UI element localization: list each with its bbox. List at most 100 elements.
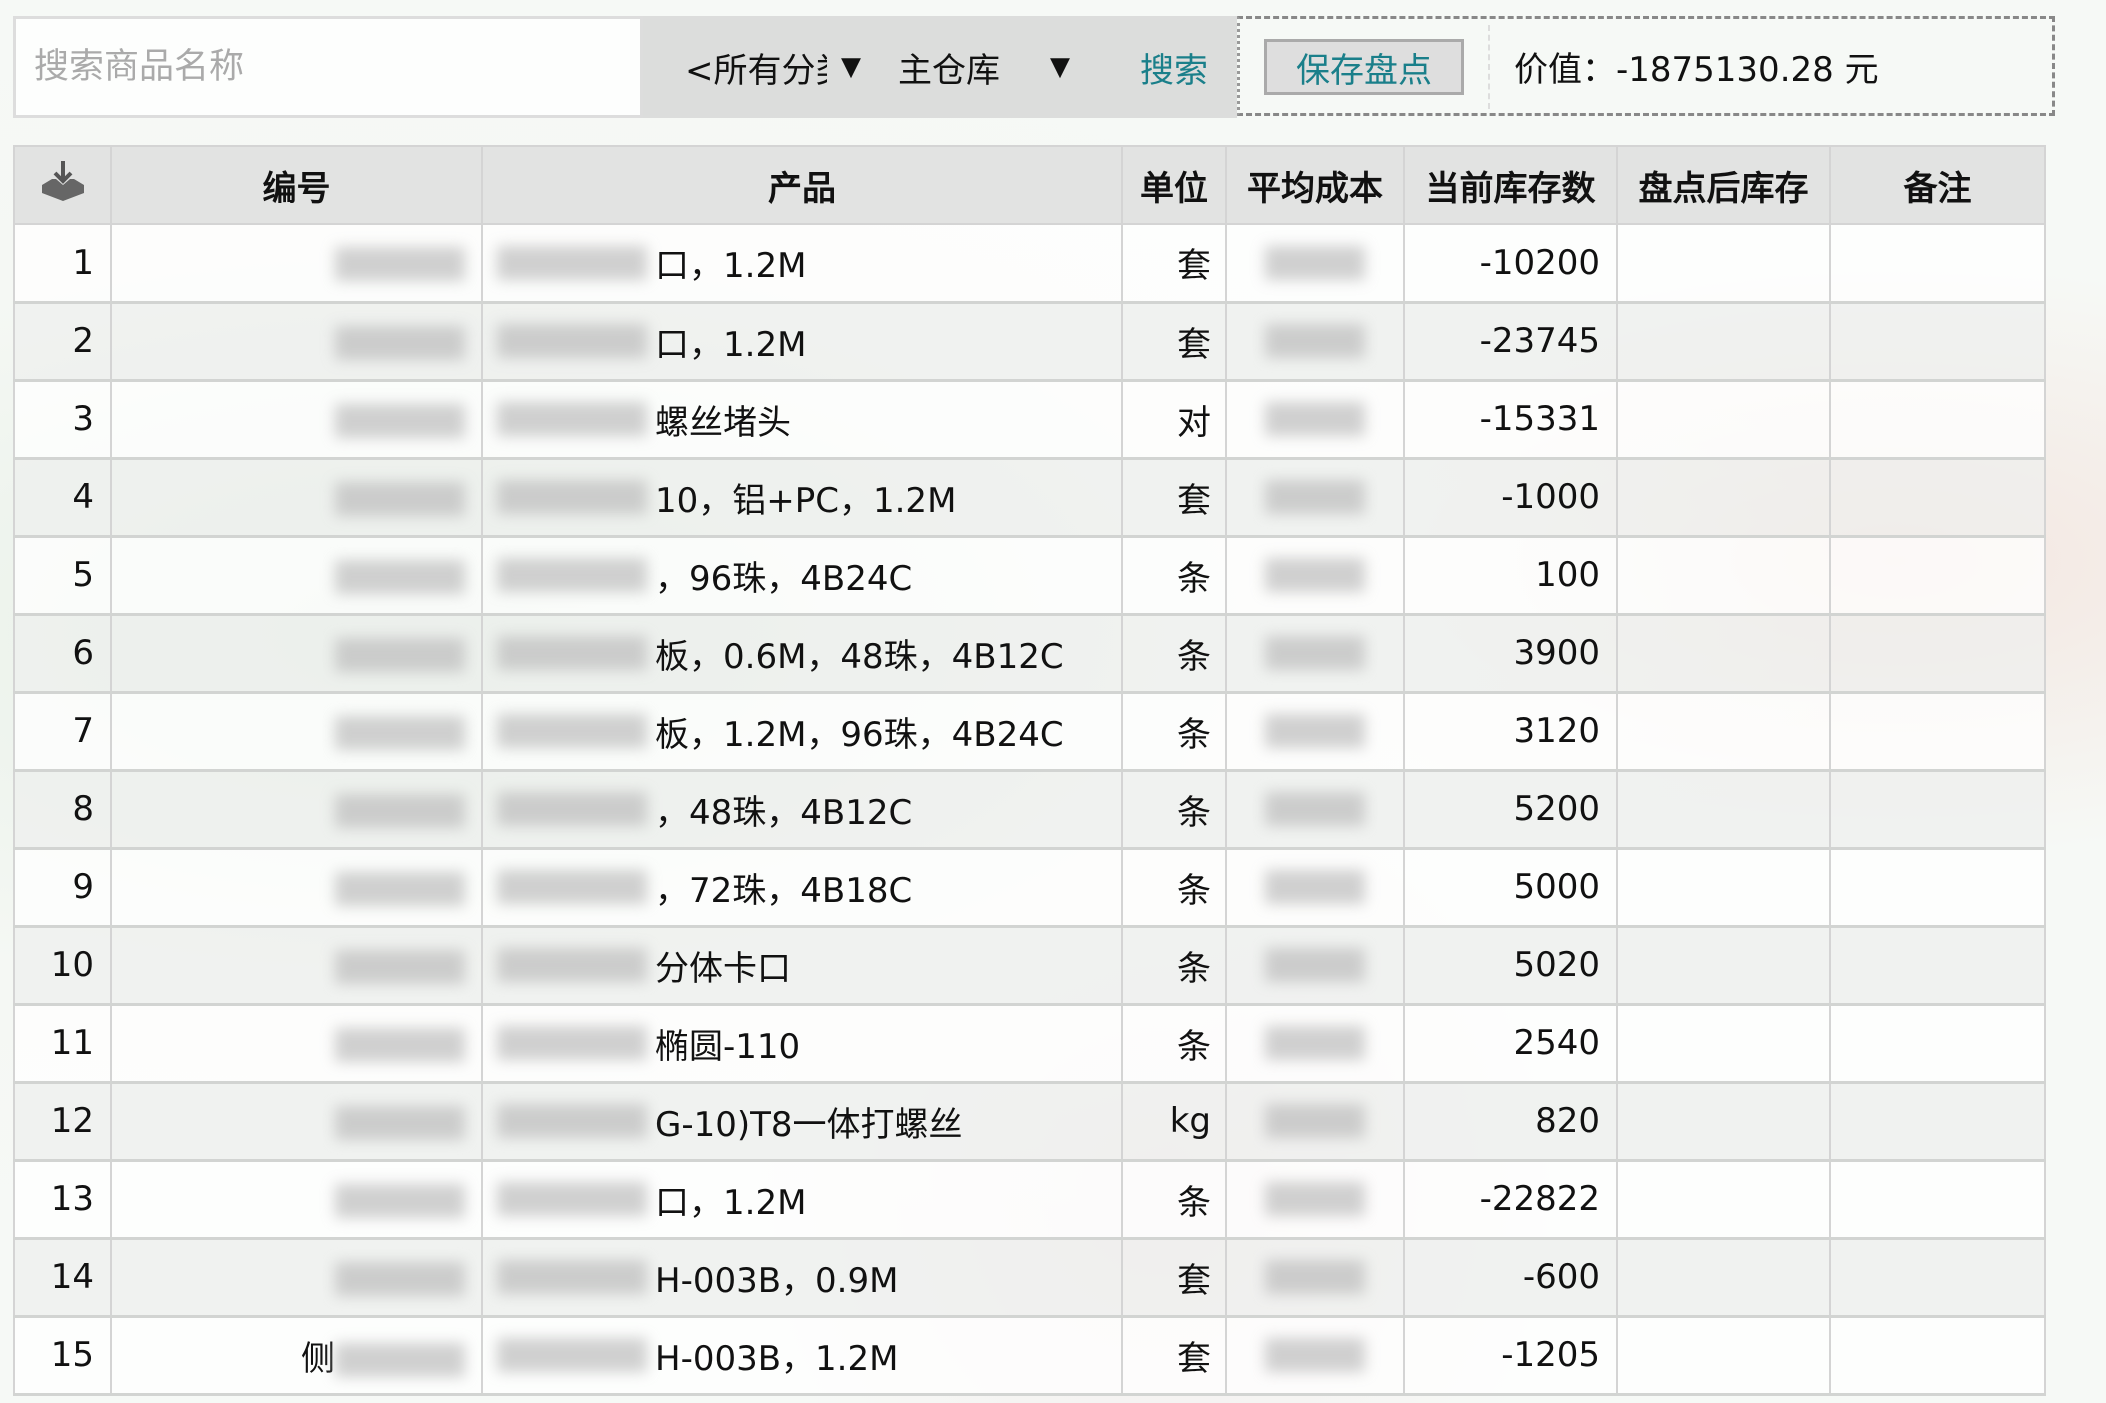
table-row[interactable]: 6 板，0.6M，48珠，4B12C 条 3900 — [13, 614, 2046, 694]
col-avg-cost[interactable]: 平均成本 — [1225, 145, 1405, 225]
note-input[interactable] — [1829, 458, 2046, 538]
counted-stock-input[interactable] — [1616, 380, 1831, 460]
avg-cost-cell — [1225, 848, 1405, 928]
row-number: 15 — [13, 1316, 112, 1396]
note-input[interactable] — [1829, 1238, 2046, 1318]
redacted-product — [497, 1260, 647, 1294]
counted-stock-input[interactable] — [1616, 770, 1831, 850]
note-input[interactable] — [1829, 1160, 2046, 1240]
note-input[interactable] — [1829, 926, 2046, 1006]
product-cell: H-003B，0.9M — [481, 1238, 1123, 1318]
counted-stock-input[interactable] — [1616, 1004, 1831, 1084]
col-current-stock[interactable]: 当前库存数 — [1403, 145, 1618, 225]
note-input[interactable] — [1829, 224, 2046, 304]
redacted-cost — [1265, 948, 1365, 982]
export-button[interactable] — [13, 145, 112, 225]
counted-stock-input[interactable] — [1616, 224, 1831, 304]
row-number: 2 — [13, 302, 112, 382]
counted-stock-input[interactable] — [1616, 1082, 1831, 1162]
redacted-code — [335, 871, 465, 906]
table-row[interactable]: 13 口，1.2M 条 -22822 — [13, 1160, 2046, 1240]
redacted-cost — [1265, 1260, 1365, 1294]
redacted-product — [497, 636, 647, 670]
row-number: 11 — [13, 1004, 112, 1084]
table-row[interactable]: 14 H-003B，0.9M 套 -600 — [13, 1238, 2046, 1318]
redacted-code — [335, 481, 465, 516]
product-name: ，72珠，4B18C — [655, 870, 913, 911]
search-button[interactable]: 搜索 — [1140, 43, 1208, 92]
redacted-cost — [1265, 558, 1365, 592]
product-cell: 10，铝+PC，1.2M — [481, 458, 1123, 538]
current-stock-cell: -1205 — [1403, 1316, 1618, 1396]
code-cell — [110, 614, 483, 694]
table-row[interactable]: 7 板，1.2M，96珠，4B24C 条 3120 — [13, 692, 2046, 772]
counted-stock-input[interactable] — [1616, 536, 1831, 616]
col-counted-stock[interactable]: 盘点后库存 — [1616, 145, 1831, 225]
row-number: 10 — [13, 926, 112, 1006]
redacted-cost — [1265, 714, 1365, 748]
counted-stock-input[interactable] — [1616, 1316, 1831, 1396]
counted-stock-input[interactable] — [1616, 848, 1831, 928]
table-row[interactable]: 2 口，1.2M 套 -23745 — [13, 302, 2046, 382]
current-stock-cell: -10200 — [1403, 224, 1618, 304]
note-input[interactable] — [1829, 1004, 2046, 1084]
row-number: 1 — [13, 224, 112, 304]
note-input[interactable] — [1829, 848, 2046, 928]
counted-stock-input[interactable] — [1616, 458, 1831, 538]
col-note[interactable]: 备注 — [1829, 145, 2046, 225]
product-cell: H-003B，1.2M — [481, 1316, 1123, 1396]
download-tray-icon — [41, 160, 84, 201]
redacted-code — [335, 1261, 465, 1296]
col-product[interactable]: 产品 — [481, 145, 1123, 225]
search-input[interactable] — [13, 16, 643, 118]
note-input[interactable] — [1829, 1316, 2046, 1396]
category-select[interactable]: <所有分类 ▼ — [685, 43, 865, 92]
table-row[interactable]: 8 ，48珠，4B12C 条 5200 — [13, 770, 2046, 850]
product-name: ，48珠，4B12C — [655, 792, 913, 833]
code-cell — [110, 770, 483, 850]
col-unit[interactable]: 单位 — [1121, 145, 1227, 225]
product-name: ，96珠，4B24C — [655, 558, 913, 599]
table-row[interactable]: 5 ，96珠，4B24C 条 100 — [13, 536, 2046, 616]
redacted-code — [335, 325, 465, 360]
current-stock-cell: -15331 — [1403, 380, 1618, 460]
avg-cost-cell — [1225, 614, 1405, 694]
counted-stock-input[interactable] — [1616, 302, 1831, 382]
warehouse-select-value: 主仓库 — [898, 50, 1000, 91]
avg-cost-cell — [1225, 1082, 1405, 1162]
note-input[interactable] — [1829, 1082, 2046, 1162]
note-input[interactable] — [1829, 770, 2046, 850]
note-input[interactable] — [1829, 302, 2046, 382]
table-row[interactable]: 3 螺丝堵头 对 -15331 — [13, 380, 2046, 460]
counted-stock-input[interactable] — [1616, 926, 1831, 1006]
unit-cell: 套 — [1121, 224, 1227, 304]
table-row[interactable]: 10 分体卡口 条 5020 — [13, 926, 2046, 1006]
counted-stock-input[interactable] — [1616, 614, 1831, 694]
note-input[interactable] — [1829, 614, 2046, 694]
redacted-cost — [1265, 870, 1365, 904]
code-cell — [110, 536, 483, 616]
save-inventory-button[interactable]: 保存盘点 — [1264, 39, 1464, 95]
code-cell — [110, 1160, 483, 1240]
table-row[interactable]: 4 10，铝+PC，1.2M 套 -1000 — [13, 458, 2046, 538]
current-stock-cell: 5200 — [1403, 770, 1618, 850]
unit-cell: 条 — [1121, 614, 1227, 694]
note-input[interactable] — [1829, 536, 2046, 616]
avg-cost-cell — [1225, 536, 1405, 616]
note-input[interactable] — [1829, 692, 2046, 772]
counted-stock-input[interactable] — [1616, 692, 1831, 772]
unit-cell: 条 — [1121, 926, 1227, 1006]
col-code[interactable]: 编号 — [110, 145, 483, 225]
table-row[interactable]: 1 口，1.2M 套 -10200 — [13, 224, 2046, 304]
table-row[interactable]: 12 G-10)T8一体打螺丝 kg 820 — [13, 1082, 2046, 1162]
current-stock-cell: -600 — [1403, 1238, 1618, 1318]
redacted-product — [497, 1026, 647, 1060]
warehouse-select[interactable]: 主仓库 ▼ — [898, 43, 1070, 92]
code-cell — [110, 302, 483, 382]
table-row[interactable]: 9 ，72珠，4B18C 条 5000 — [13, 848, 2046, 928]
counted-stock-input[interactable] — [1616, 1160, 1831, 1240]
note-input[interactable] — [1829, 380, 2046, 460]
table-row[interactable]: 11 椭圆-110 条 2540 — [13, 1004, 2046, 1084]
table-row[interactable]: 15 侧 H-003B，1.2M 套 -1205 — [13, 1316, 2046, 1396]
counted-stock-input[interactable] — [1616, 1238, 1831, 1318]
